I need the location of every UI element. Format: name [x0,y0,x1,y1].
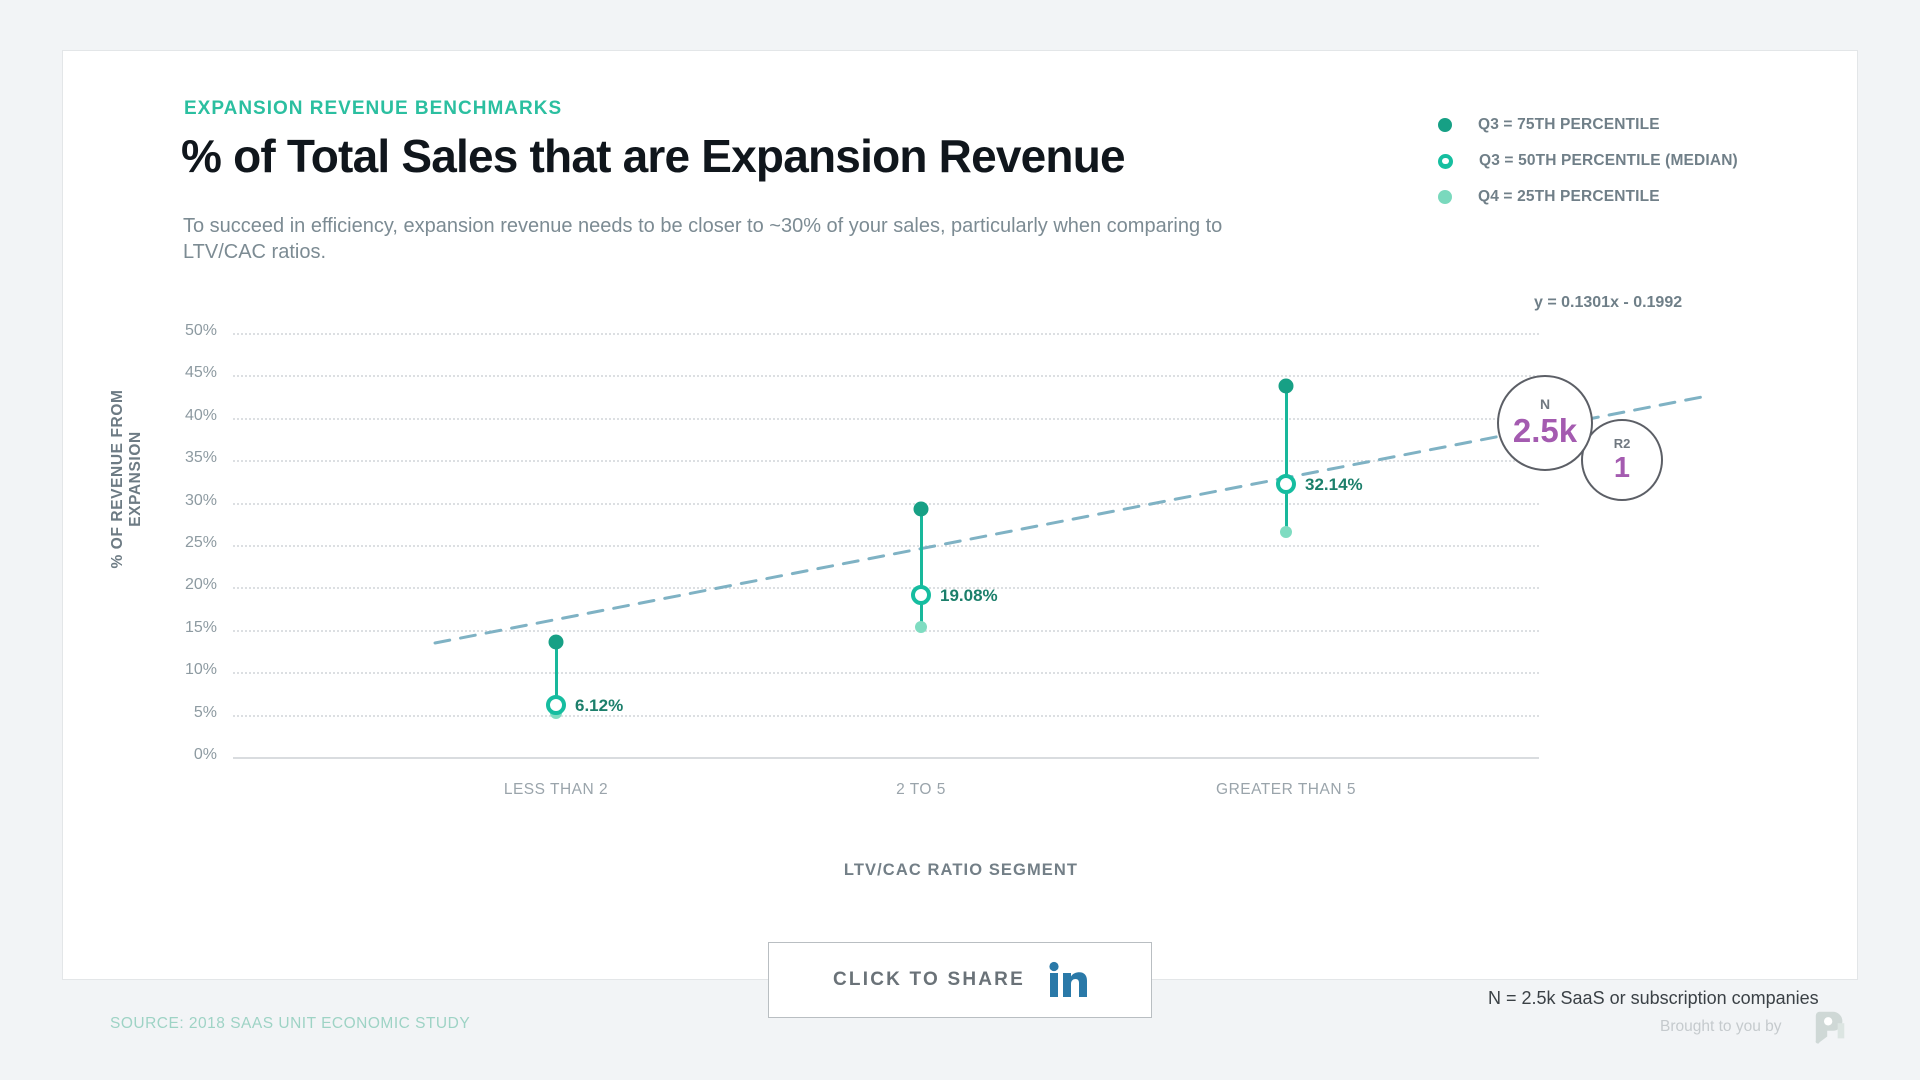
gridline [233,672,1539,675]
stat-bubble-r2-key: R2 [1613,435,1631,451]
y-axis-tick-label: 10% [184,661,217,679]
sample-size-note: N = 2.5k SaaS or subscription companies [1488,988,1819,1008]
plot-area: % OF REVENUE FROM EXPANSION LTV/CAC RATI… [63,51,1859,981]
stat-bubble-r2: R2 1 [1581,419,1663,501]
gridline [233,417,1539,420]
gridline [233,460,1539,463]
y-axis-tick-label: 40% [184,406,217,424]
gridline [233,502,1539,505]
linkedin-icon [1049,961,1087,997]
range-stem [919,508,923,628]
gridline [233,333,1539,335]
share-button[interactable]: CLICK TO SHARE [768,942,1152,1018]
data-point-median[interactable] [546,695,566,716]
y-axis-tick-label: 0% [193,746,217,763]
data-point-q3-75[interactable] [1278,378,1294,394]
stat-bubble-n: N 2.5k [1497,375,1593,471]
data-point-q4-25[interactable] [1280,526,1292,539]
data-point-q4-25[interactable] [915,621,927,634]
x-axis-tick-label: 2 TO 5 [896,781,946,798]
data-label-median: 19.08% [940,586,998,606]
stat-bubble-n-value: 2.5k [1512,412,1578,450]
gridline [233,545,1539,547]
y-axis-tick-label: 25% [184,534,217,551]
profitwell-logo-icon [1815,1011,1845,1044]
gridline [233,375,1539,378]
stat-bubble-r2-value: 1 [1613,451,1631,484]
y-axis-tick-label: 35% [184,449,217,467]
source-note: SOURCE: 2018 SAAS UNIT ECONOMIC STUDY [110,1015,471,1032]
y-axis-tick-label: 20% [184,576,217,594]
data-label-median: 6.12% [575,696,624,716]
y-axis-tick-label: 45% [184,364,217,382]
y-axis-tick-label: 15% [184,618,217,636]
chart-card: EXPANSION REVENUE BENCHMARKS % of Total … [62,50,1859,1008]
data-point-q3-75[interactable] [548,634,564,650]
gridline [233,629,1539,632]
x-axis-tick-label: GREATER THAN 5 [1216,781,1356,798]
brought-to-you-by-label: Brought to you by [1660,1018,1782,1035]
data-point-median[interactable] [1276,474,1296,495]
data-point-q3-75[interactable] [913,501,929,517]
x-axis-title: LTV/CAC RATIO SEGMENT [843,861,1079,879]
gridline [233,714,1539,717]
trendline [433,394,1709,645]
x-axis-baseline [233,757,1539,759]
y-axis-tick-label: 50% [184,322,217,339]
y-axis-tick-label: 5% [193,703,217,721]
share-button-label: CLICK TO SHARE [833,969,1025,990]
y-axis-tick-label: 30% [184,491,217,509]
range-stem [1284,385,1288,533]
y-axis-title: % OF REVENUE FROM EXPANSION [109,389,144,569]
infographic-page: EXPANSION REVENUE BENCHMARKS % of Total … [0,0,1920,1080]
gridline [233,587,1539,590]
x-axis-tick-label: LESS THAN 2 [503,781,609,798]
data-point-median[interactable] [911,585,931,606]
data-label-median: 32.14% [1305,475,1363,495]
stat-bubble-n-key: N [1539,396,1551,413]
